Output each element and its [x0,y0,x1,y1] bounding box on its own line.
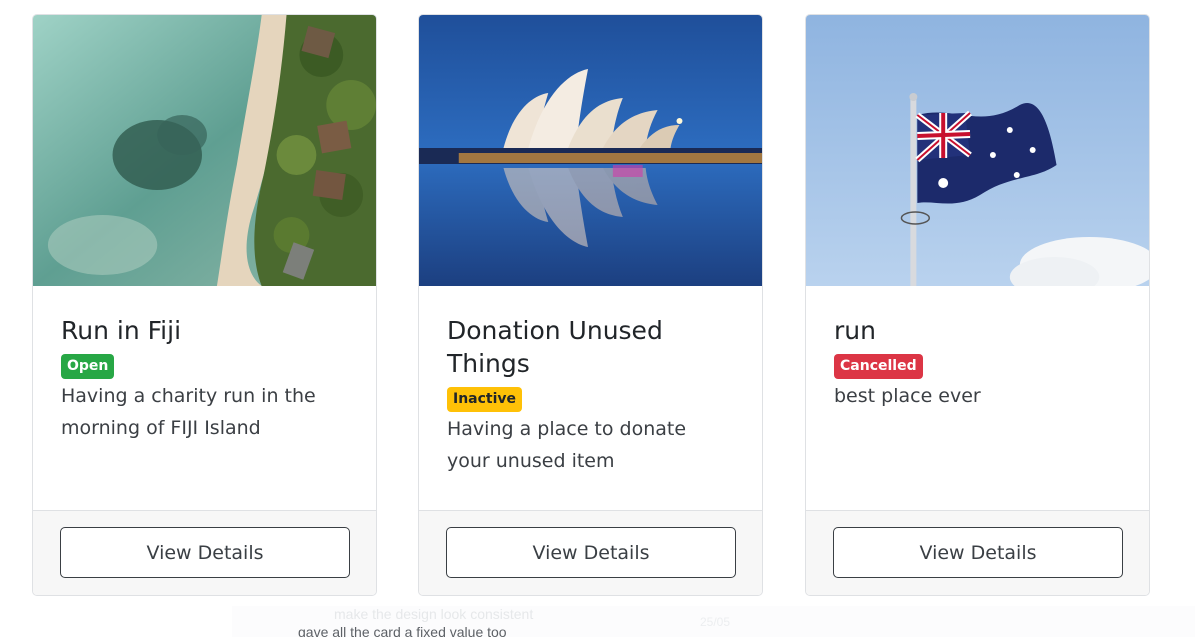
overlay-note-date: 25/05 [700,615,731,629]
card-footer: View Details [419,510,762,595]
status-badge: Inactive [447,387,523,412]
card-title: Run in Fiji [61,316,182,345]
view-details-button[interactable]: View Details [446,527,736,578]
card-footer: View Details [806,510,1149,595]
card-description: Having a charity run in the morning of F… [61,385,316,439]
overlay-note: gave all the card a fixed value too [298,624,507,637]
card-description: best place ever [834,385,981,407]
card-body: run Cancelled best place ever [806,286,1149,412]
status-badge: Open [61,354,115,379]
card-body: Donation Unused Things Inactive Having a… [419,286,762,477]
card-title: run [834,316,876,345]
view-details-button[interactable]: View Details [833,527,1123,578]
card-title: Donation Unused Things [447,316,663,378]
event-card-donation-unused-things: Donation Unused Things Inactive Having a… [418,14,763,596]
card-body: Run in Fiji Open Having a charity run in… [33,286,376,444]
status-badge: Cancelled [834,354,923,379]
australian-flag-image [806,15,1149,286]
event-card-run-in-fiji: Run in Fiji Open Having a charity run in… [32,14,377,596]
sydney-opera-house-image [419,15,762,286]
card-description: Having a place to donate your unused ite… [447,418,687,472]
event-card-run: run Cancelled best place ever View Detai… [805,14,1150,596]
aerial-island-beach-image [33,15,376,286]
overlay-note-faint: make the design look consistent [334,606,534,622]
view-details-button[interactable]: View Details [60,527,350,578]
card-footer: View Details [33,510,376,595]
